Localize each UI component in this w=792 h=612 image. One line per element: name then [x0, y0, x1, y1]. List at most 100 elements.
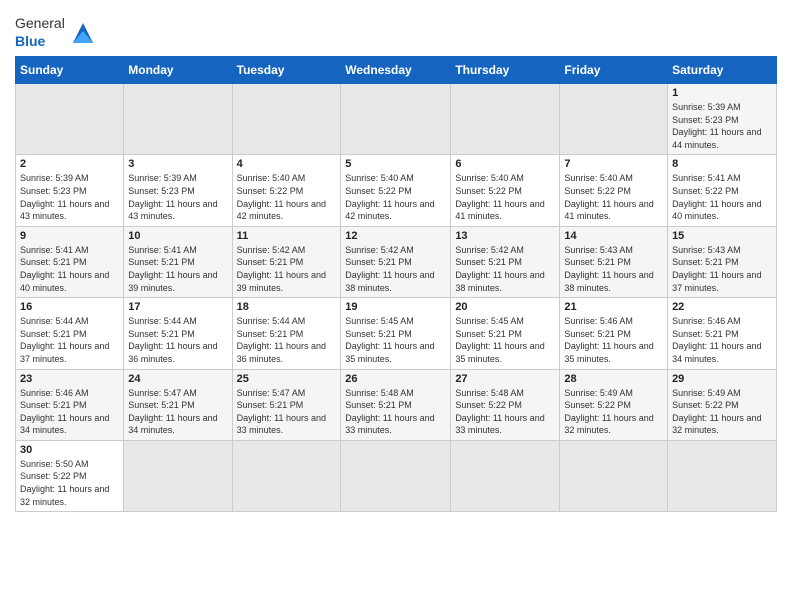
- calendar-cell: 11 Sunrise: 5:42 AMSunset: 5:21 PMDayligh…: [232, 226, 341, 297]
- day-number: 30: [20, 444, 119, 456]
- day-info: Sunrise: 5:41 AMSunset: 5:22 PMDaylight:…: [672, 172, 772, 222]
- day-number: 8: [672, 158, 772, 170]
- calendar-cell: 25Sunrise: 5:47 AMSunset: 5:21 PMDayligh…: [232, 369, 341, 440]
- calendar-cell: 28Sunrise: 5:49 AMSunset: 5:22 PMDayligh…: [560, 369, 668, 440]
- day-number: 24: [128, 373, 227, 385]
- day-number: 16: [20, 301, 119, 313]
- day-number: 7: [564, 158, 663, 170]
- calendar-body: 1Sunrise: 5:39 AMSunset: 5:23 PMDaylight…: [16, 84, 777, 512]
- calendar-cell: 12 Sunrise: 5:42 AMSunset: 5:21 PMDayligh…: [341, 226, 451, 297]
- calendar-cell: [668, 440, 777, 511]
- calendar-table: SundayMondayTuesdayWednesdayThursdayFrid…: [15, 56, 777, 512]
- day-info: Sunrise: 5:39 AMSunset: 5:23 PMDaylight:…: [20, 172, 119, 222]
- day-info: Sunrise: 5:44 AMSunset: 5:21 PMDaylight:…: [20, 315, 119, 365]
- day-number: 25: [237, 373, 337, 385]
- day-number: 10: [128, 230, 227, 242]
- calendar-cell: 24 Sunrise: 5:47 AMSunset: 5:21 PMDayligh…: [124, 369, 232, 440]
- header-day: Friday: [560, 57, 668, 84]
- calendar-cell: 26 Sunrise: 5:48 AMSunset: 5:21 PMDayligh…: [341, 369, 451, 440]
- day-info: Sunrise: 5:48 AMSunset: 5:21 PMDaylight:…: [345, 387, 446, 437]
- calendar-cell: 18 Sunrise: 5:44 AMSunset: 5:21 PMDayligh…: [232, 298, 341, 369]
- header-day: Wednesday: [341, 57, 451, 84]
- calendar-cell: [124, 84, 232, 155]
- day-number: 12: [345, 230, 446, 242]
- day-info: Sunrise: 5:46 AMSunset: 5:21 PMDaylight:…: [672, 315, 772, 365]
- calendar-cell: 14Sunrise: 5:43 AMSunset: 5:21 PMDayligh…: [560, 226, 668, 297]
- calendar-cell: 9 Sunrise: 5:41 AMSunset: 5:21 PMDaylight…: [16, 226, 124, 297]
- day-number: 6: [455, 158, 555, 170]
- calendar-cell: 8 Sunrise: 5:41 AMSunset: 5:22 PMDaylight…: [668, 155, 777, 226]
- day-number: 5: [345, 158, 446, 170]
- day-number: 4: [237, 158, 337, 170]
- calendar-cell: [232, 84, 341, 155]
- day-number: 27: [455, 373, 555, 385]
- calendar-cell: 27Sunrise: 5:48 AMSunset: 5:22 PMDayligh…: [451, 369, 560, 440]
- calendar-cell: 22 Sunrise: 5:46 AMSunset: 5:21 PMDayligh…: [668, 298, 777, 369]
- header-row: SundayMondayTuesdayWednesdayThursdayFrid…: [16, 57, 777, 84]
- day-number: 3: [128, 158, 227, 170]
- header-day: Sunday: [16, 57, 124, 84]
- calendar-cell: 16 Sunrise: 5:44 AMSunset: 5:21 PMDayligh…: [16, 298, 124, 369]
- calendar-cell: 6Sunrise: 5:40 AMSunset: 5:22 PMDaylight…: [451, 155, 560, 226]
- day-number: 22: [672, 301, 772, 313]
- day-info: Sunrise: 5:41 AMSunset: 5:21 PMDaylight:…: [20, 244, 119, 294]
- day-info: Sunrise: 5:43 AMSunset: 5:21 PMDaylight:…: [672, 244, 772, 294]
- calendar-week-row: 16 Sunrise: 5:44 AMSunset: 5:21 PMDayligh…: [16, 298, 777, 369]
- day-number: 21: [564, 301, 663, 313]
- day-number: 9: [20, 230, 119, 242]
- day-info: Sunrise: 5:49 AMSunset: 5:22 PMDaylight:…: [672, 387, 772, 437]
- day-info: Sunrise: 5:49 AMSunset: 5:22 PMDaylight:…: [564, 387, 663, 437]
- day-info: Sunrise: 5:50 AMSunset: 5:22 PMDaylight:…: [20, 458, 119, 508]
- day-info: Sunrise: 5:40 AMSunset: 5:22 PMDaylight:…: [345, 172, 446, 222]
- calendar-cell: 10 Sunrise: 5:41 AMSunset: 5:21 PMDayligh…: [124, 226, 232, 297]
- calendar-cell: 5 Sunrise: 5:40 AMSunset: 5:22 PMDaylight…: [341, 155, 451, 226]
- calendar-cell: 20Sunrise: 5:45 AMSunset: 5:21 PMDayligh…: [451, 298, 560, 369]
- calendar-cell: 4Sunrise: 5:40 AMSunset: 5:22 PMDaylight…: [232, 155, 341, 226]
- calendar-week-row: 1Sunrise: 5:39 AMSunset: 5:23 PMDaylight…: [16, 84, 777, 155]
- calendar-cell: [451, 440, 560, 511]
- calendar-cell: 30 Sunrise: 5:50 AMSunset: 5:22 PMDayligh…: [16, 440, 124, 511]
- calendar-cell: [16, 84, 124, 155]
- calendar-week-row: 9 Sunrise: 5:41 AMSunset: 5:21 PMDaylight…: [16, 226, 777, 297]
- day-info: Sunrise: 5:44 AMSunset: 5:21 PMDaylight:…: [128, 315, 227, 365]
- calendar-cell: 19Sunrise: 5:45 AMSunset: 5:21 PMDayligh…: [341, 298, 451, 369]
- day-number: 18: [237, 301, 337, 313]
- day-number: 11: [237, 230, 337, 242]
- calendar-cell: [232, 440, 341, 511]
- calendar-header: SundayMondayTuesdayWednesdayThursdayFrid…: [16, 57, 777, 84]
- day-info: Sunrise: 5:46 AMSunset: 5:21 PMDaylight:…: [564, 315, 663, 365]
- day-number: 17: [128, 301, 227, 313]
- day-info: Sunrise: 5:44 AMSunset: 5:21 PMDaylight:…: [237, 315, 337, 365]
- calendar-cell: 29Sunrise: 5:49 AMSunset: 5:22 PMDayligh…: [668, 369, 777, 440]
- day-info: Sunrise: 5:41 AMSunset: 5:21 PMDaylight:…: [128, 244, 227, 294]
- calendar-cell: [124, 440, 232, 511]
- day-info: Sunrise: 5:47 AMSunset: 5:21 PMDaylight:…: [128, 387, 227, 437]
- calendar-cell: [560, 440, 668, 511]
- calendar-cell: 1Sunrise: 5:39 AMSunset: 5:23 PMDaylight…: [668, 84, 777, 155]
- header-day: Thursday: [451, 57, 560, 84]
- calendar-cell: 13Sunrise: 5:42 AMSunset: 5:21 PMDayligh…: [451, 226, 560, 297]
- day-info: Sunrise: 5:39 AMSunset: 5:23 PMDaylight:…: [672, 101, 772, 151]
- day-number: 26: [345, 373, 446, 385]
- day-info: Sunrise: 5:45 AMSunset: 5:21 PMDaylight:…: [345, 315, 446, 365]
- calendar-week-row: 2Sunrise: 5:39 AMSunset: 5:23 PMDaylight…: [16, 155, 777, 226]
- day-number: 20: [455, 301, 555, 313]
- calendar-cell: 7 Sunrise: 5:40 AMSunset: 5:22 PMDaylight…: [560, 155, 668, 226]
- calendar-cell: [341, 440, 451, 511]
- logo-icon: [69, 19, 97, 47]
- calendar-cell: [341, 84, 451, 155]
- day-info: Sunrise: 5:39 AMSunset: 5:23 PMDaylight:…: [128, 172, 227, 222]
- day-info: Sunrise: 5:42 AMSunset: 5:21 PMDaylight:…: [345, 244, 446, 294]
- day-info: Sunrise: 5:40 AMSunset: 5:22 PMDaylight:…: [564, 172, 663, 222]
- calendar-cell: [451, 84, 560, 155]
- calendar-cell: [560, 84, 668, 155]
- calendar-cell: 21 Sunrise: 5:46 AMSunset: 5:21 PMDayligh…: [560, 298, 668, 369]
- calendar-cell: 3 Sunrise: 5:39 AMSunset: 5:23 PMDaylight…: [124, 155, 232, 226]
- day-info: Sunrise: 5:42 AMSunset: 5:21 PMDaylight:…: [455, 244, 555, 294]
- calendar-cell: 2Sunrise: 5:39 AMSunset: 5:23 PMDaylight…: [16, 155, 124, 226]
- header-day: Monday: [124, 57, 232, 84]
- day-info: Sunrise: 5:42 AMSunset: 5:21 PMDaylight:…: [237, 244, 337, 294]
- calendar-cell: 15Sunrise: 5:43 AMSunset: 5:21 PMDayligh…: [668, 226, 777, 297]
- logo: General Blue: [15, 15, 97, 51]
- calendar-cell: 17 Sunrise: 5:44 AMSunset: 5:21 PMDayligh…: [124, 298, 232, 369]
